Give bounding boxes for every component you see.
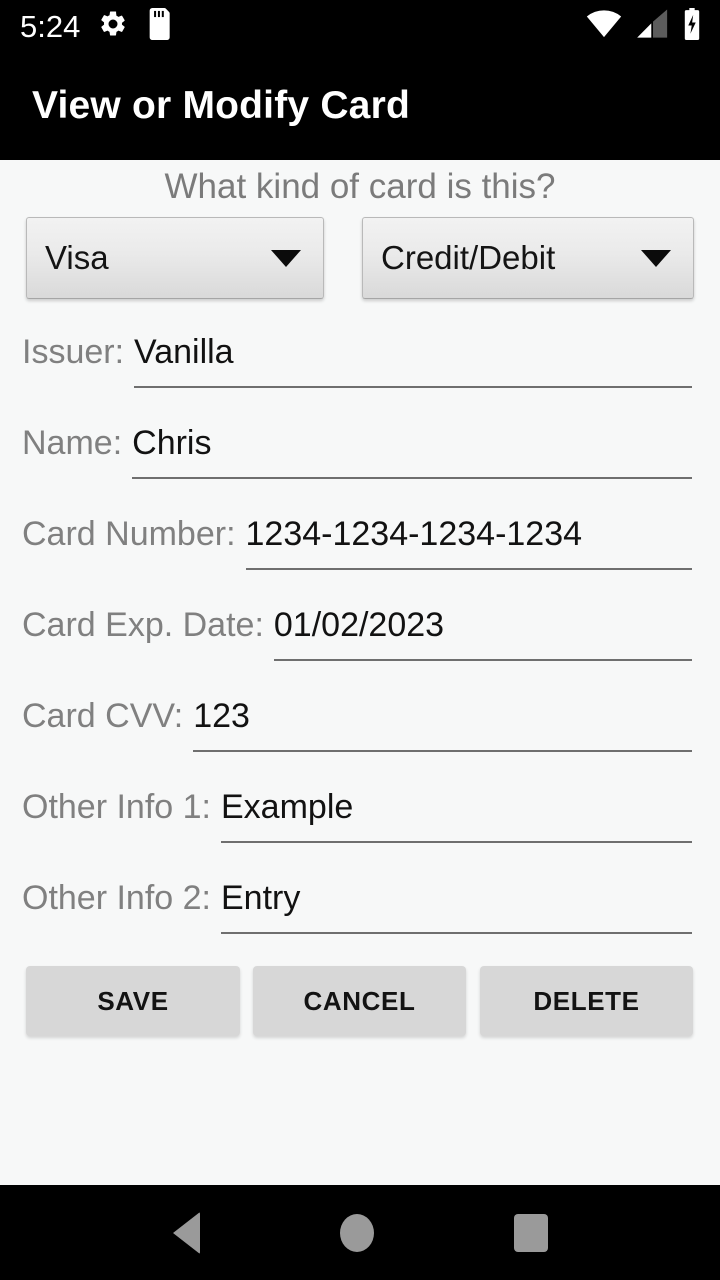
status-bar-right — [586, 7, 720, 45]
back-icon[interactable] — [172, 1211, 200, 1254]
field-other-info-1: Other Info 1: Example — [0, 780, 720, 871]
spinner-card-type[interactable]: Credit/Debit — [362, 217, 694, 299]
phone-screen: 5:24 View or Modify Card What kind of ca… — [0, 0, 720, 1280]
status-bar-clock: 5:24 — [20, 8, 81, 44]
field-card-cvv: Card CVV: 123 — [0, 689, 720, 780]
field-card-exp-date-label: Card Exp. Date: — [22, 606, 264, 644]
field-card-exp-date-input[interactable]: 01/02/2023 — [273, 598, 692, 661]
delete-button[interactable]: DELETE — [480, 966, 693, 1036]
field-card-number-input[interactable]: 1234-1234-1234-1234 — [245, 507, 692, 570]
field-other-info-2-value: Entry — [221, 879, 301, 917]
field-other-info-1-value: Example — [221, 788, 354, 826]
field-card-number-label: Card Number: — [22, 515, 236, 553]
action-button-row: SAVE CANCEL DELETE — [0, 966, 720, 1038]
recents-icon[interactable] — [513, 1213, 548, 1252]
chevron-down-icon — [641, 249, 671, 267]
cellular-signal-icon — [636, 8, 668, 44]
field-name-input[interactable]: Chris — [132, 416, 692, 479]
field-issuer-input[interactable]: Vanilla — [134, 325, 692, 388]
home-icon[interactable] — [339, 1213, 374, 1252]
app-bar: View or Modify Card — [0, 52, 720, 160]
field-issuer-value: Vanilla — [134, 333, 234, 371]
field-other-info-1-label: Other Info 1: — [22, 788, 211, 826]
wifi-icon — [586, 9, 622, 44]
navigation-bar — [0, 1185, 720, 1280]
field-name-label: Name: — [22, 424, 123, 462]
sd-card-icon — [146, 7, 172, 45]
field-other-info-2: Other Info 2: Entry — [0, 871, 720, 962]
field-other-info-2-input[interactable]: Entry — [221, 871, 692, 934]
field-card-exp-date-value: 01/02/2023 — [273, 606, 445, 644]
status-bar-left: 5:24 — [0, 7, 172, 45]
field-card-exp-date: Card Exp. Date: 01/02/2023 — [0, 598, 720, 689]
status-bar: 5:24 — [0, 0, 720, 52]
field-card-cvv-value: 123 — [193, 697, 250, 735]
field-other-info-2-label: Other Info 2: — [22, 879, 211, 917]
field-issuer: Issuer: Vanilla — [0, 325, 720, 416]
field-card-number-value: 1234-1234-1234-1234 — [245, 515, 583, 553]
page-title: View or Modify Card — [32, 84, 410, 127]
field-name: Name: Chris — [0, 416, 720, 507]
spinner-card-brand-value: Visa — [45, 239, 109, 276]
card-kind-question: What kind of card is this? — [164, 167, 556, 206]
field-card-cvv-input[interactable]: 123 — [193, 689, 692, 752]
spinner-card-brand[interactable]: Visa — [26, 217, 324, 299]
form-content: What kind of card is this? Visa Credit/D… — [0, 160, 720, 1185]
gear-icon — [98, 9, 128, 44]
chevron-down-icon — [271, 249, 301, 267]
field-card-cvv-label: Card CVV: — [22, 697, 184, 735]
save-button[interactable]: SAVE — [26, 966, 240, 1036]
spinner-card-type-value: Credit/Debit — [381, 239, 556, 276]
field-other-info-1-input[interactable]: Example — [221, 780, 692, 843]
field-issuer-label: Issuer: — [22, 333, 125, 371]
battery-charging-icon — [682, 7, 702, 45]
cancel-button[interactable]: CANCEL — [253, 966, 466, 1036]
field-card-number: Card Number: 1234-1234-1234-1234 — [0, 507, 720, 598]
field-name-value: Chris — [132, 424, 212, 462]
card-kind-spinner-row: Visa Credit/Debit — [0, 217, 720, 303]
